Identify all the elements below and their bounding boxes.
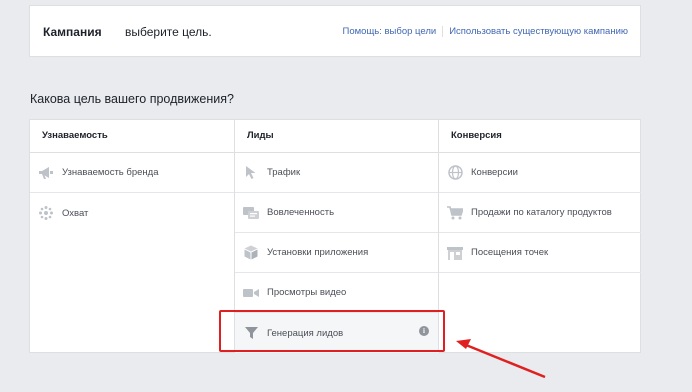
objective-video-views[interactable]: Просмотры видео — [235, 273, 439, 313]
chat-icon — [243, 205, 259, 221]
funnel-icon — [243, 325, 259, 341]
column-title-awareness: Узнаваемость — [30, 120, 234, 153]
objective-label: Конверсии — [471, 167, 518, 178]
header-title: Кампания — [43, 25, 102, 39]
objective-label: Вовлеченность — [267, 207, 335, 218]
column-title-conversion: Конверсия — [439, 120, 641, 153]
objective-label: Продажи по каталогу продуктов — [471, 207, 612, 218]
info-icon[interactable]: i — [419, 326, 429, 336]
existing-campaign-link[interactable]: Использовать существующую кампанию — [449, 26, 628, 37]
campaign-header: Кампания выберите цель. Помощь: выбор це… — [29, 5, 641, 57]
snowflake-icon — [38, 205, 54, 221]
megaphone-icon — [38, 165, 54, 181]
video-camera-icon — [243, 285, 259, 301]
header-links: Помощь: выбор цели Использовать существу… — [343, 26, 628, 37]
store-icon — [447, 245, 463, 261]
objective-label: Генерация лидов — [267, 327, 344, 339]
objective-traffic[interactable]: Трафик — [235, 153, 439, 193]
objective-label: Посещения точек — [471, 247, 549, 258]
header-subtitle: выберите цель. — [125, 25, 212, 39]
box-icon — [243, 245, 259, 261]
link-separator — [442, 26, 444, 37]
cart-icon — [447, 205, 463, 221]
objective-catalog-sales[interactable]: Продажи по каталогу продуктов — [439, 193, 641, 233]
objective-reach[interactable]: Охват — [30, 193, 234, 233]
column-title-leads: Лиды — [235, 120, 439, 153]
globe-icon — [447, 165, 463, 181]
objective-brand-awareness[interactable]: Узнаваемость бренда — [30, 153, 234, 193]
objective-label: Охват — [62, 207, 89, 219]
objective-label: Установки приложения — [267, 247, 369, 258]
objective-engagement[interactable]: Вовлеченность — [235, 193, 439, 233]
cursor-icon — [243, 165, 259, 181]
objective-conversions[interactable]: Конверсии — [439, 153, 641, 193]
objective-question: Какова цель вашего продвижения? — [30, 92, 234, 106]
help-link[interactable]: Помощь: выбор цели — [343, 26, 437, 37]
objective-store-visits[interactable]: Посещения точек — [439, 233, 641, 273]
objective-label: Просмотры видео — [267, 287, 347, 298]
column-awareness: Узнаваемость Узнаваемость бренда Охват — [30, 120, 234, 352]
objective-label: Трафик — [267, 167, 301, 178]
objectives-panel: Узнаваемость Узнаваемость бренда Охват Л… — [29, 119, 641, 353]
column-leads: Лиды Трафик Вовлеченность Установки прил… — [234, 120, 439, 353]
objective-lead-generation[interactable]: Генерация лидов i — [235, 313, 439, 353]
column-conversion: Конверсия Конверсии Продажи по каталогу … — [438, 120, 641, 352]
objective-app-installs[interactable]: Установки приложения — [235, 233, 439, 273]
objective-label: Узнаваемость бренда — [62, 167, 159, 178]
